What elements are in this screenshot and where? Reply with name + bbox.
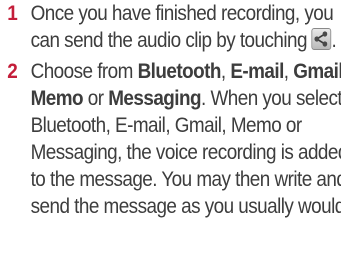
step-2: 2 Choose from Bluetooth, E-mail, Gmail, … <box>0 58 341 220</box>
separator: or <box>83 87 109 110</box>
option-bluetooth: Bluetooth <box>137 60 222 83</box>
step-1-text: Once you have finished recording, you ca… <box>30 2 334 52</box>
step-1-number: 1 <box>7 2 18 25</box>
separator: , <box>220 60 231 83</box>
option-messaging: Messaging <box>108 87 202 110</box>
instruction-steps: 1 Once you have finished recording, you … <box>0 0 341 220</box>
option-memo: Memo <box>30 87 84 110</box>
share-icon <box>311 28 332 50</box>
step-2-number: 2 <box>7 60 18 83</box>
step-1-period: . <box>331 29 337 52</box>
step-2-intro: Choose from <box>30 60 138 83</box>
option-gmail: Gmail <box>293 60 341 83</box>
step-1: 1 Once you have finished recording, you … <box>0 0 341 54</box>
option-email: E-mail <box>230 60 284 83</box>
separator: , <box>283 60 294 83</box>
